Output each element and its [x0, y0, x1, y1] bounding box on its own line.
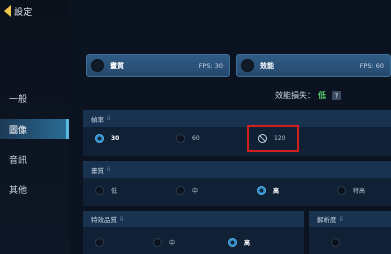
- preset-quality-button[interactable]: 畫質 FPS: 30: [86, 54, 230, 77]
- info-icon: ii: [107, 115, 111, 122]
- sidebar: 設定 一般 圖像 音訊 其他: [0, 0, 69, 254]
- quality-option-medium[interactable]: 中: [176, 186, 198, 195]
- radio-icon: [228, 238, 237, 247]
- radio-icon: [176, 186, 185, 195]
- info-icon: ii: [120, 215, 124, 223]
- sidebar-item-label: 一般: [9, 94, 28, 105]
- frame-rate-panel: 幀率 ii 30 60 120: [83, 110, 391, 156]
- option-label: 高: [273, 188, 280, 195]
- sidebar-item-audio[interactable]: 音訊: [0, 149, 69, 169]
- quality-header: 畫質 ii: [83, 161, 391, 178]
- frame-rate-option-30[interactable]: 30: [95, 134, 119, 143]
- help-icon[interactable]: ?: [332, 91, 341, 100]
- performance-value: 低: [318, 91, 326, 100]
- sidebar-item-other[interactable]: 其他: [0, 179, 69, 199]
- frame-rate-header: 幀率 ii: [83, 110, 391, 127]
- performance-label: 效能損失：: [275, 91, 315, 100]
- sidebar-item-graphics[interactable]: 圖像: [0, 119, 69, 139]
- quality-option-high[interactable]: 高: [257, 186, 279, 195]
- preset-performance-button[interactable]: 效能 FPS: 60: [236, 54, 391, 77]
- frame-rate-option-60[interactable]: 60: [176, 134, 200, 143]
- radio-icon: [91, 59, 104, 72]
- sidebar-item-general[interactable]: 一般: [0, 88, 69, 108]
- radio-icon: [95, 134, 104, 143]
- effects-option-high[interactable]: 高: [228, 238, 250, 247]
- info-icon: ii: [339, 215, 343, 223]
- effects-panel: 特效品質 ii 中 高: [83, 211, 304, 254]
- radio-icon: [95, 238, 104, 247]
- frame-rate-title: 幀率: [91, 115, 104, 124]
- info-icon: ii: [107, 166, 111, 173]
- quality-option-ultra[interactable]: 特高: [337, 186, 365, 195]
- option-label: 中: [169, 240, 176, 247]
- option-label: 30: [111, 135, 120, 142]
- resolution-option[interactable]: [331, 238, 347, 247]
- radio-icon: [331, 238, 340, 247]
- preset-fps: FPS: 60: [359, 61, 384, 70]
- resolution-panel: 解析度 ii: [309, 211, 391, 254]
- chevron-left-icon: [4, 5, 11, 17]
- sidebar-item-label: 其他: [9, 185, 28, 196]
- top-bar: [69, 0, 391, 50]
- effects-header: 特效品質 ii: [83, 211, 304, 227]
- option-label: 高: [244, 240, 251, 247]
- sidebar-item-label: 音訊: [9, 155, 28, 166]
- back-button[interactable]: 設定: [4, 3, 64, 19]
- performance-loss: 效能損失： 低 ?: [275, 90, 341, 101]
- option-label: 60: [192, 135, 200, 142]
- resolution-header: 解析度 ii: [309, 211, 391, 227]
- radio-icon: [241, 59, 254, 72]
- option-label: 低: [111, 188, 118, 195]
- quality-option-low[interactable]: 低: [95, 186, 117, 195]
- preset-fps: FPS: 30: [198, 61, 223, 70]
- preset-label: 效能: [260, 61, 274, 70]
- option-label: 特高: [353, 188, 366, 195]
- radio-icon: [337, 186, 346, 195]
- sidebar-item-label: 圖像: [9, 125, 28, 136]
- option-label: 中: [192, 188, 199, 195]
- quality-panel: 畫質 ii 低 中 高 特高: [83, 161, 391, 206]
- radio-icon: [176, 134, 185, 143]
- page-title: 設定: [14, 7, 33, 18]
- resolution-title: 解析度: [317, 216, 337, 224]
- radio-icon: [153, 238, 162, 247]
- effects-option-medium[interactable]: 中: [153, 238, 175, 247]
- effects-title: 特效品質: [91, 216, 117, 224]
- quality-title: 畫質: [91, 166, 104, 175]
- preset-label: 畫質: [110, 61, 124, 70]
- effects-option-low[interactable]: [95, 238, 111, 247]
- highlight-box: [247, 125, 299, 152]
- radio-icon: [95, 186, 104, 195]
- radio-icon: [257, 186, 266, 195]
